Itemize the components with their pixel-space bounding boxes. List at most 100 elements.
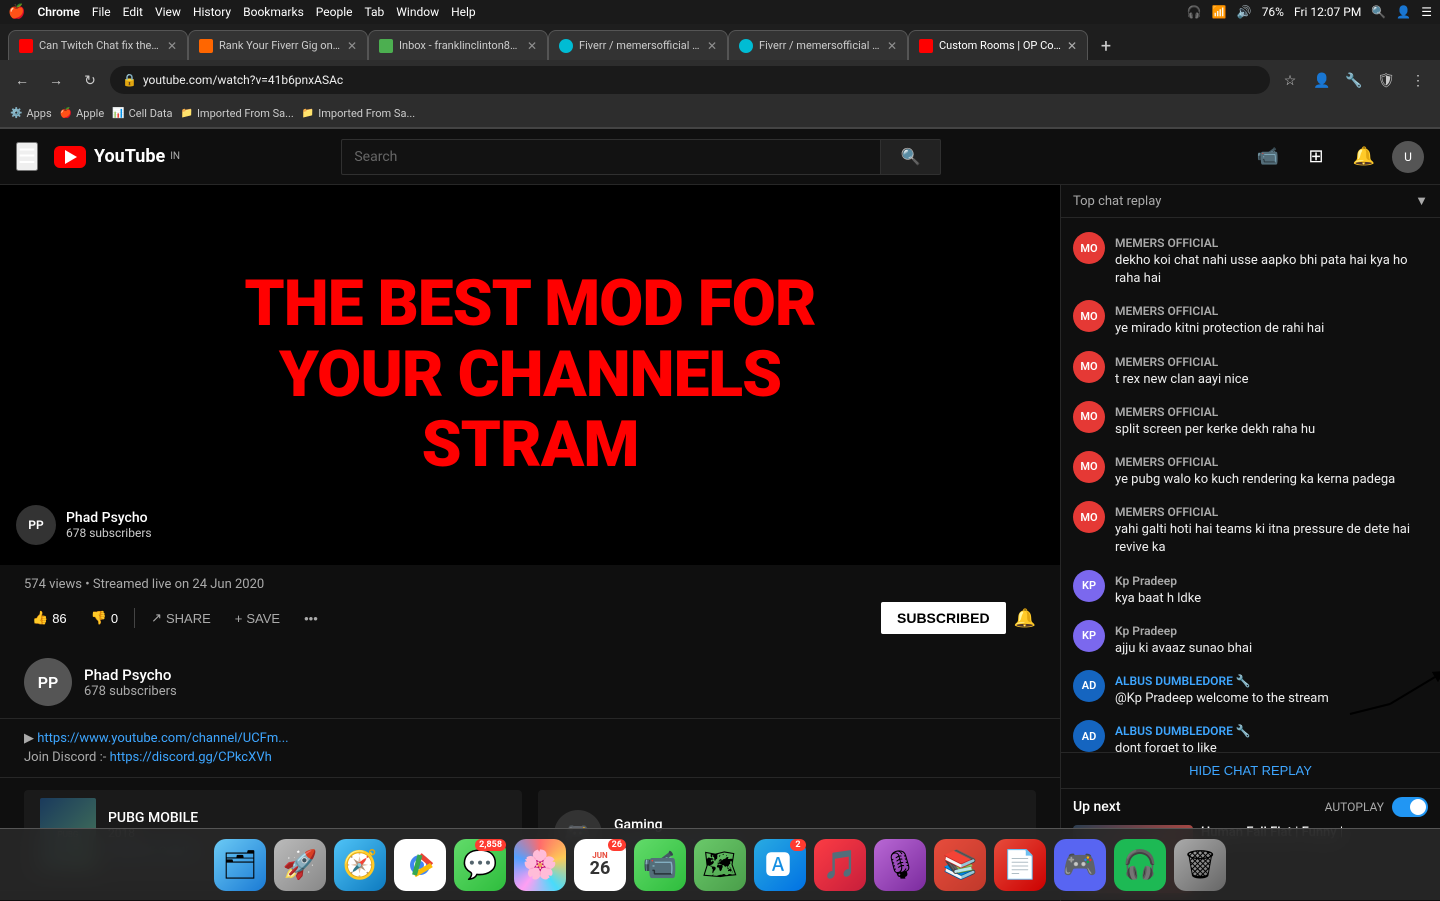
notification-bell-button[interactable]: 🔔 bbox=[1014, 608, 1036, 629]
dock-ebooks[interactable]: 📚 bbox=[934, 839, 986, 891]
app-name[interactable]: Chrome bbox=[37, 5, 79, 19]
search-icon[interactable]: 🔍 bbox=[1371, 5, 1386, 19]
menu-tab[interactable]: Tab bbox=[365, 5, 385, 19]
dock-safari[interactable]: 🧭 bbox=[334, 839, 386, 891]
tab-3-close[interactable]: ✕ bbox=[527, 39, 537, 53]
dock-trash[interactable]: 🗑 bbox=[1174, 839, 1226, 891]
channel-name[interactable]: Phad Psycho bbox=[84, 666, 177, 684]
video-player[interactable]: THE BEST MOD FOR YOUR CHANNELS STRAM PP … bbox=[0, 185, 1060, 565]
dock-launchpad[interactable]: 🚀 bbox=[274, 839, 326, 891]
tab-1[interactable]: Can Twitch Chat fix the C... ✕ bbox=[8, 30, 188, 60]
dock-photos[interactable]: 🌸 bbox=[514, 839, 566, 891]
new-tab-button[interactable]: + bbox=[1092, 32, 1120, 60]
dock-maps[interactable]: 🗺 bbox=[694, 839, 746, 891]
youtube-header: ☰ YouTube IN Search 🔍 📹 ⊞ 🔔 U bbox=[0, 129, 1440, 185]
address-bar[interactable]: 🔒 youtube.com/watch?v=41b6pnxASAc bbox=[110, 66, 1270, 94]
youtube-logo-icon bbox=[54, 146, 86, 168]
hide-chat-button[interactable]: HIDE CHAT REPLAY bbox=[1061, 752, 1440, 788]
chat-avatar-10: AD bbox=[1073, 720, 1105, 752]
tab-6-close[interactable]: ✕ bbox=[1067, 39, 1077, 53]
share-button[interactable]: ↗ SHARE bbox=[143, 606, 219, 630]
menu-people[interactable]: People bbox=[316, 5, 353, 19]
reload-button[interactable]: ↻ bbox=[76, 66, 104, 94]
youtube-logo[interactable]: YouTube IN bbox=[54, 146, 180, 168]
search-button[interactable]: 🔍 bbox=[881, 139, 941, 175]
apps-button[interactable]: ⊞ bbox=[1296, 137, 1336, 177]
search-box[interactable]: Search bbox=[341, 139, 881, 175]
imported-icon-2: 📁 bbox=[302, 108, 314, 119]
channel-link[interactable]: https://www.youtube.com/channel/UCFm... bbox=[37, 731, 288, 746]
notifications-button[interactable]: 🔔 bbox=[1344, 137, 1384, 177]
user-icon[interactable]: 👤 bbox=[1396, 5, 1411, 19]
menu-view[interactable]: View bbox=[155, 5, 181, 19]
tab-4[interactable]: Fiverr / memersofficial / E... ✕ bbox=[548, 30, 728, 60]
apple-menu-icon[interactable]: 🍎 bbox=[8, 4, 25, 20]
tab-3[interactable]: Inbox - franklinclinton822... ✕ bbox=[368, 30, 548, 60]
chrome-menu-button[interactable]: ⋮ bbox=[1404, 66, 1432, 94]
dock-acrobat[interactable]: 📄 bbox=[994, 839, 1046, 891]
tab-2-close[interactable]: ✕ bbox=[347, 39, 357, 53]
share-label: SHARE bbox=[166, 611, 211, 626]
bookmark-apple[interactable]: 🍎 Apple bbox=[60, 107, 105, 120]
menu-file[interactable]: File bbox=[92, 5, 111, 19]
tab-6[interactable]: Custom Rooms | OP Com... ✕ bbox=[908, 30, 1088, 60]
dock-calendar[interactable]: JUN 26 26 bbox=[574, 839, 626, 891]
dock-discord[interactable]: 🎮 bbox=[1054, 839, 1106, 891]
menu-history[interactable]: History bbox=[193, 5, 231, 19]
menu-edit[interactable]: Edit bbox=[123, 5, 143, 19]
chat-header: Top chat replay ▼ bbox=[1061, 185, 1440, 218]
tab-1-close[interactable]: ✕ bbox=[167, 39, 177, 53]
upload-button[interactable]: 📹 bbox=[1248, 137, 1288, 177]
menu-bookmarks[interactable]: Bookmarks bbox=[243, 5, 304, 19]
dock-podcasts[interactable]: 🎙 bbox=[874, 839, 926, 891]
game-name: PUBG MOBILE bbox=[108, 810, 506, 826]
save-icon: + bbox=[235, 611, 243, 626]
dock-facetime[interactable]: 📹 bbox=[634, 839, 686, 891]
chat-header-chevron[interactable]: ▼ bbox=[1415, 193, 1428, 209]
back-button[interactable]: ← bbox=[8, 66, 36, 94]
profile-button[interactable]: 👤 bbox=[1308, 66, 1336, 94]
dislike-button[interactable]: 👎 0 bbox=[83, 606, 126, 630]
dock-messages[interactable]: 💬 2,858 bbox=[454, 839, 506, 891]
menu-icon[interactable]: ☰ bbox=[1421, 5, 1432, 19]
chat-avatar-8: KP bbox=[1073, 620, 1105, 652]
chat-message-4: MO MEMERS OFFICIAL split screen per kerk… bbox=[1061, 395, 1440, 445]
user-avatar[interactable]: U bbox=[1392, 141, 1424, 173]
dock-finder[interactable]: 🗂 bbox=[214, 839, 266, 891]
dock-app-store[interactable]: 🅰 2 bbox=[754, 839, 806, 891]
discord-link[interactable]: https://discord.gg/CPkcXVh bbox=[110, 750, 272, 765]
chat-username-7: Kp Pradeep bbox=[1115, 574, 1177, 588]
battery-status: 76% bbox=[1262, 5, 1284, 19]
tab-4-close[interactable]: ✕ bbox=[707, 39, 717, 53]
bookmark-imported-1[interactable]: 📁 Imported From Sa... bbox=[180, 107, 293, 120]
menu-window[interactable]: Window bbox=[396, 5, 439, 19]
bookmark-star-button[interactable]: ☆ bbox=[1276, 66, 1304, 94]
dock-spotify[interactable]: 🎧 bbox=[1114, 839, 1166, 891]
forward-button[interactable]: → bbox=[42, 66, 70, 94]
extension-2-button[interactable]: 🛡 bbox=[1372, 66, 1400, 94]
hamburger-menu-button[interactable]: ☰ bbox=[16, 142, 38, 171]
autoplay-toggle[interactable] bbox=[1392, 797, 1428, 817]
bookmark-imported-2[interactable]: 📁 Imported From Sa... bbox=[302, 107, 415, 120]
address-bar-row: ← → ↻ 🔒 youtube.com/watch?v=41b6pnxASAc … bbox=[0, 60, 1440, 100]
extension-1-button[interactable]: 🔧 bbox=[1340, 66, 1368, 94]
tab-5[interactable]: Fiverr / memersofficial / E... ✕ bbox=[728, 30, 908, 60]
subscribe-button[interactable]: SUBSCRIBED bbox=[881, 602, 1006, 634]
overlay-line-2: YOUR CHANNELS bbox=[244, 340, 815, 410]
tab-2[interactable]: Rank Your Fiverr Gig on 1s... ✕ bbox=[188, 30, 368, 60]
dock-chrome[interactable] bbox=[394, 839, 446, 891]
more-button[interactable]: ••• bbox=[296, 607, 326, 630]
save-button[interactable]: + SAVE bbox=[227, 607, 288, 630]
chat-message-6: MO MEMERS OFFICIAL yahi galti hoti hai t… bbox=[1061, 495, 1440, 563]
tab-5-close[interactable]: ✕ bbox=[887, 39, 897, 53]
chat-message-5: MO MEMERS OFFICIAL ye pubg walo ko kuch … bbox=[1061, 445, 1440, 495]
chat-header-text: Top chat replay bbox=[1073, 194, 1161, 209]
menubar: 🍎 Chrome File Edit View History Bookmark… bbox=[0, 0, 1440, 24]
channel-avatar[interactable]: PP bbox=[24, 658, 72, 706]
bookmark-cell-data[interactable]: 📊 Cell Data bbox=[112, 107, 172, 120]
dock-music[interactable]: 🎵 bbox=[814, 839, 866, 891]
bookmark-apps[interactable]: ⚙️ Apps bbox=[10, 107, 52, 120]
like-button[interactable]: 👍 86 bbox=[24, 606, 75, 630]
menu-help[interactable]: Help bbox=[451, 5, 476, 19]
chat-username-8: Kp Pradeep bbox=[1115, 624, 1177, 638]
